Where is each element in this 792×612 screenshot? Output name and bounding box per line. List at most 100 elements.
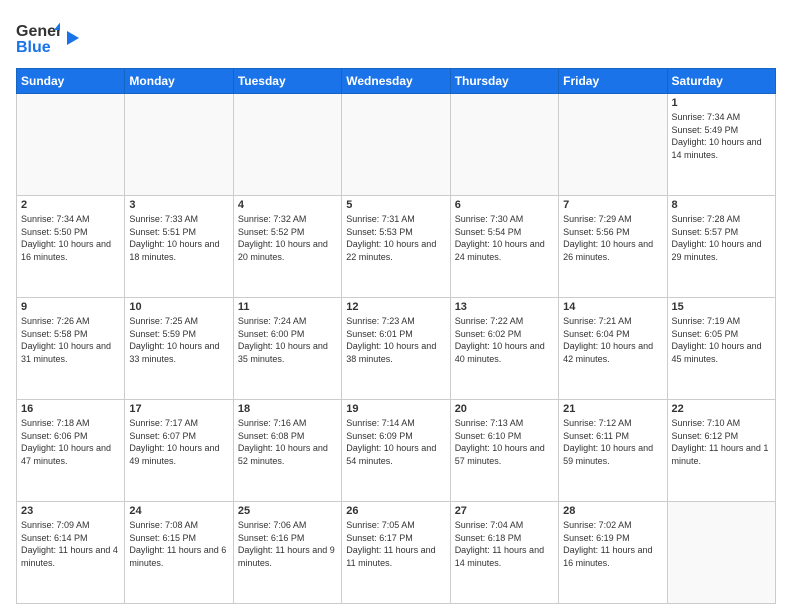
day-number: 5 [346, 199, 445, 211]
day-info: Sunrise: 7:02 AM Sunset: 6:19 PM Dayligh… [563, 519, 662, 569]
col-saturday: Saturday [667, 69, 775, 94]
calendar-week-3: 9Sunrise: 7:26 AM Sunset: 5:58 PM Daylig… [17, 298, 776, 400]
calendar-cell: 14 Sunrise: 7:21 AM Sunset: 6:04 PM Dayli… [559, 298, 667, 400]
col-sunday: Sunday [17, 69, 125, 94]
day-number: 27 [455, 505, 554, 517]
day-info: Sunrise: 7:04 AM Sunset: 6:18 PM Dayligh… [455, 519, 554, 569]
calendar-week-5: 23 Sunrise: 7:09 AM Sunset: 6:14 PM Dayli… [17, 502, 776, 604]
calendar-cell [559, 94, 667, 196]
day-number: 15 [672, 301, 771, 313]
calendar-cell: 24Sunrise: 7:08 AM Sunset: 6:15 PM Dayli… [125, 502, 233, 604]
day-number: 21 [563, 403, 662, 415]
day-info: Sunrise: 7:30 AM Sunset: 5:54 PM Dayligh… [455, 213, 554, 263]
calendar-cell: 6 Sunrise: 7:30 AM Sunset: 5:54 PM Daylig… [450, 196, 558, 298]
calendar-cell: 17 Sunrise: 7:17 AM Sunset: 6:07 PM Dayli… [125, 400, 233, 502]
calendar-cell [667, 502, 775, 604]
calendar-cell: 7 Sunrise: 7:29 AM Sunset: 5:56 PM Daylig… [559, 196, 667, 298]
day-info: Sunrise: 7:26 AM Sunset: 5:58 PM Dayligh… [21, 315, 120, 365]
day-info: Sunrise: 7:09 AM Sunset: 6:14 PM Dayligh… [21, 519, 120, 569]
day-info: Sunrise: 7:05 AM Sunset: 6:17 PM Dayligh… [346, 519, 445, 569]
day-info: Sunrise: 7:24 AM Sunset: 6:00 PM Dayligh… [238, 315, 337, 365]
logo-arrow-icon [63, 29, 81, 47]
day-number: 18 [238, 403, 337, 415]
calendar-week-4: 16 Sunrise: 7:18 AM Sunset: 6:06 PM Dayli… [17, 400, 776, 502]
header: General Blue [16, 16, 776, 60]
calendar-cell: 4 Sunrise: 7:32 AM Sunset: 5:52 PM Daylig… [233, 196, 341, 298]
day-info: Sunrise: 7:14 AM Sunset: 6:09 PM Dayligh… [346, 417, 445, 467]
day-info: Sunrise: 7:23 AM Sunset: 6:01 PM Dayligh… [346, 315, 445, 365]
calendar-cell: 13 Sunrise: 7:22 AM Sunset: 6:02 PM Dayli… [450, 298, 558, 400]
calendar-cell: 10Sunrise: 7:25 AM Sunset: 5:59 PM Dayli… [125, 298, 233, 400]
day-info: Sunrise: 7:18 AM Sunset: 6:06 PM Dayligh… [21, 417, 120, 467]
day-number: 28 [563, 505, 662, 517]
calendar-cell: 22 Sunrise: 7:10 AM Sunset: 6:12 PM Dayli… [667, 400, 775, 502]
day-number: 11 [238, 301, 337, 313]
calendar-cell: 15Sunrise: 7:19 AM Sunset: 6:05 PM Dayli… [667, 298, 775, 400]
calendar-cell: 11 Sunrise: 7:24 AM Sunset: 6:00 PM Dayli… [233, 298, 341, 400]
calendar-cell [17, 94, 125, 196]
day-number: 22 [672, 403, 771, 415]
calendar-cell: 2 Sunrise: 7:34 AM Sunset: 5:50 PM Daylig… [17, 196, 125, 298]
calendar-week-1: 1 Sunrise: 7:34 AM Sunset: 5:49 PM Daylig… [17, 94, 776, 196]
day-info: Sunrise: 7:16 AM Sunset: 6:08 PM Dayligh… [238, 417, 337, 467]
day-number: 19 [346, 403, 445, 415]
calendar-cell: 25Sunrise: 7:06 AM Sunset: 6:16 PM Dayli… [233, 502, 341, 604]
day-info: Sunrise: 7:10 AM Sunset: 6:12 PM Dayligh… [672, 417, 771, 467]
calendar-cell: 1 Sunrise: 7:34 AM Sunset: 5:49 PM Daylig… [667, 94, 775, 196]
day-number: 4 [238, 199, 337, 211]
day-number: 3 [129, 199, 228, 211]
day-number: 17 [129, 403, 228, 415]
logo-icon: General Blue [16, 16, 60, 60]
day-info: Sunrise: 7:34 AM Sunset: 5:50 PM Dayligh… [21, 213, 120, 263]
calendar-cell: 8 Sunrise: 7:28 AM Sunset: 5:57 PM Daylig… [667, 196, 775, 298]
calendar-cell: 28 Sunrise: 7:02 AM Sunset: 6:19 PM Dayli… [559, 502, 667, 604]
col-thursday: Thursday [450, 69, 558, 94]
day-info: Sunrise: 7:28 AM Sunset: 5:57 PM Dayligh… [672, 213, 771, 263]
calendar-cell: 23 Sunrise: 7:09 AM Sunset: 6:14 PM Dayli… [17, 502, 125, 604]
calendar-cell: 12Sunrise: 7:23 AM Sunset: 6:01 PM Dayli… [342, 298, 450, 400]
day-number: 8 [672, 199, 771, 211]
calendar-cell: 21Sunrise: 7:12 AM Sunset: 6:11 PM Dayli… [559, 400, 667, 502]
day-number: 10 [129, 301, 228, 313]
day-number: 1 [672, 97, 771, 109]
calendar-cell: 19 Sunrise: 7:14 AM Sunset: 6:09 PM Dayli… [342, 400, 450, 502]
day-number: 6 [455, 199, 554, 211]
calendar-cell: 18 Sunrise: 7:16 AM Sunset: 6:08 PM Dayli… [233, 400, 341, 502]
day-number: 26 [346, 505, 445, 517]
day-number: 20 [455, 403, 554, 415]
calendar-cell: 20 Sunrise: 7:13 AM Sunset: 6:10 PM Dayli… [450, 400, 558, 502]
page: General Blue Sunday [0, 0, 792, 612]
day-info: Sunrise: 7:17 AM Sunset: 6:07 PM Dayligh… [129, 417, 228, 467]
calendar-week-2: 2 Sunrise: 7:34 AM Sunset: 5:50 PM Daylig… [17, 196, 776, 298]
day-info: Sunrise: 7:34 AM Sunset: 5:49 PM Dayligh… [672, 111, 771, 161]
day-number: 14 [563, 301, 662, 313]
day-info: Sunrise: 7:33 AM Sunset: 5:51 PM Dayligh… [129, 213, 228, 263]
calendar-cell: 3 Sunrise: 7:33 AM Sunset: 5:51 PM Daylig… [125, 196, 233, 298]
calendar-cell [450, 94, 558, 196]
day-info: Sunrise: 7:21 AM Sunset: 6:04 PM Dayligh… [563, 315, 662, 365]
day-info: Sunrise: 7:13 AM Sunset: 6:10 PM Dayligh… [455, 417, 554, 467]
calendar-cell: 16 Sunrise: 7:18 AM Sunset: 6:06 PM Dayli… [17, 400, 125, 502]
day-info: Sunrise: 7:06 AM Sunset: 6:16 PM Dayligh… [238, 519, 337, 569]
day-number: 2 [21, 199, 120, 211]
svg-text:General: General [16, 23, 60, 40]
day-number: 23 [21, 505, 120, 517]
col-monday: Monday [125, 69, 233, 94]
col-tuesday: Tuesday [233, 69, 341, 94]
svg-text:Blue: Blue [16, 39, 51, 56]
col-wednesday: Wednesday [342, 69, 450, 94]
calendar-cell [342, 94, 450, 196]
col-friday: Friday [559, 69, 667, 94]
day-info: Sunrise: 7:08 AM Sunset: 6:15 PM Dayligh… [129, 519, 228, 569]
day-number: 16 [21, 403, 120, 415]
day-number: 7 [563, 199, 662, 211]
calendar-cell: 9Sunrise: 7:26 AM Sunset: 5:58 PM Daylig… [17, 298, 125, 400]
day-number: 13 [455, 301, 554, 313]
calendar-table: Sunday Monday Tuesday Wednesday Thursday… [16, 68, 776, 604]
day-info: Sunrise: 7:32 AM Sunset: 5:52 PM Dayligh… [238, 213, 337, 263]
day-info: Sunrise: 7:22 AM Sunset: 6:02 PM Dayligh… [455, 315, 554, 365]
calendar-cell [233, 94, 341, 196]
day-info: Sunrise: 7:29 AM Sunset: 5:56 PM Dayligh… [563, 213, 662, 263]
calendar-header-row: Sunday Monday Tuesday Wednesday Thursday… [17, 69, 776, 94]
day-info: Sunrise: 7:31 AM Sunset: 5:53 PM Dayligh… [346, 213, 445, 263]
